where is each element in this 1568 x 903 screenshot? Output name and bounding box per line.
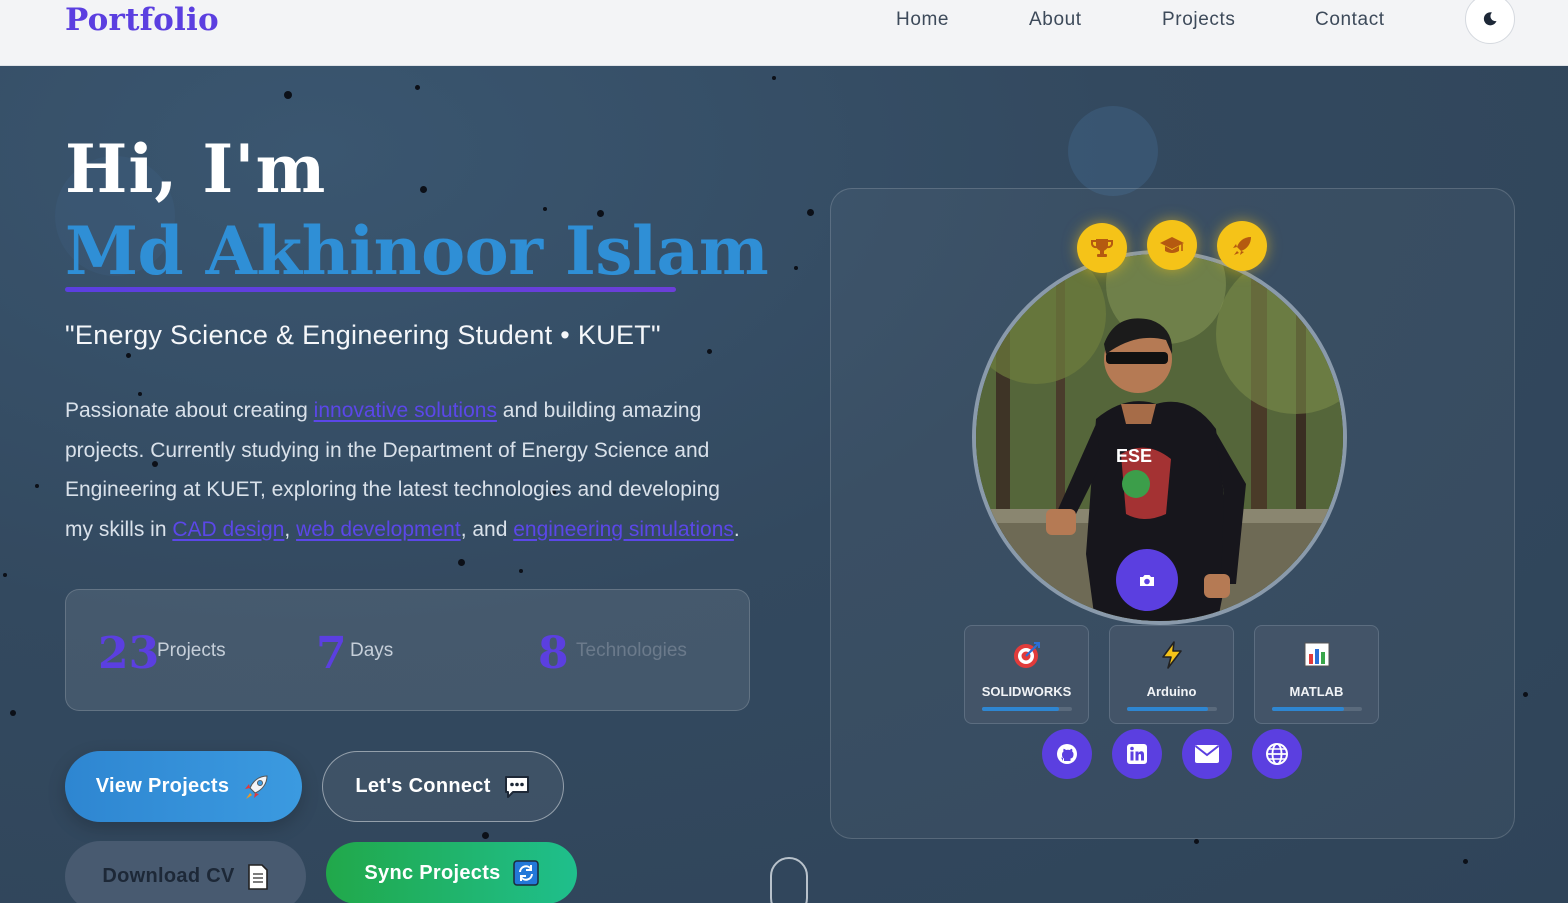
- bio-highlight: innovative solutions: [313, 399, 497, 422]
- nav-link-home[interactable]: Home: [896, 9, 949, 31]
- stats-panel: 23 Projects 7 Days 8 Technologies: [65, 589, 750, 711]
- skill-progress-track: [1127, 707, 1217, 711]
- view-projects-label: View Projects: [95, 775, 230, 797]
- bio-text: .: [733, 518, 740, 542]
- email-link[interactable]: [1182, 729, 1232, 779]
- name-underline: [65, 287, 676, 292]
- graduation-badge: [1147, 220, 1197, 270]
- skill-name: Arduino: [1146, 684, 1197, 699]
- particle: [807, 209, 814, 216]
- skill-progress-track: [982, 707, 1072, 711]
- particle: [35, 484, 39, 488]
- lets-connect-label: Let's Connect: [355, 775, 491, 797]
- particle: [415, 85, 420, 90]
- nav-link-about[interactable]: About: [1029, 9, 1082, 31]
- top-navbar: Portfolio Home About Projects Contact: [0, 0, 1568, 66]
- hero-bio: Passionate about creating innovative sol…: [65, 391, 745, 550]
- globe-icon: [1266, 743, 1288, 765]
- sync-icon: [512, 860, 539, 886]
- bio-highlight: web development: [296, 518, 461, 542]
- website-link[interactable]: [1252, 729, 1302, 779]
- moon-icon: [1483, 12, 1497, 26]
- stat-days-label: Days: [350, 640, 394, 661]
- bio-text: , and: [460, 518, 514, 542]
- skill-progress-fill: [982, 707, 1059, 711]
- linkedin-link[interactable]: [1112, 729, 1162, 779]
- bio-text: Passionate about creating: [65, 399, 314, 422]
- hero-subtitle: "Energy Science & Engineering Student • …: [65, 320, 661, 350]
- decorative-blob: [1068, 106, 1158, 196]
- download-cv-label: Download CV: [102, 865, 235, 887]
- particle: [794, 266, 798, 270]
- particle: [458, 559, 465, 566]
- lets-connect-button[interactable]: Let's Connect: [322, 751, 564, 822]
- linkedin-icon: [1127, 744, 1147, 764]
- bar-chart-icon: [1255, 640, 1378, 670]
- trophy-badge: [1077, 223, 1127, 273]
- stat-tech-value: 8: [538, 628, 569, 679]
- github-link[interactable]: [1042, 729, 1092, 779]
- stat-tech-label: Technologies: [576, 640, 687, 661]
- view-projects-button[interactable]: View Projects: [65, 751, 302, 822]
- rocket-badge: [1217, 221, 1267, 271]
- particle: [482, 832, 489, 839]
- change-photo-button[interactable]: [1116, 549, 1178, 611]
- particle: [543, 207, 547, 211]
- particle: [519, 569, 523, 573]
- sync-projects-button[interactable]: Sync Projects: [326, 842, 577, 903]
- skill-progress-track: [1272, 707, 1362, 711]
- particle: [284, 91, 292, 99]
- bio-text: ,: [284, 518, 297, 542]
- particle: [420, 186, 427, 193]
- download-cv-button[interactable]: Download CV: [65, 841, 306, 903]
- skill-progress-fill: [1127, 707, 1208, 711]
- skill-card-solidworks[interactable]: SOLIDWORKS: [964, 625, 1089, 724]
- nav-link-contact[interactable]: Contact: [1315, 9, 1385, 31]
- rocket-icon: [1233, 237, 1251, 255]
- particle: [707, 349, 712, 354]
- particle: [1194, 839, 1199, 844]
- mail-icon: [1194, 745, 1220, 763]
- particle: [1523, 692, 1528, 697]
- hero-greeting: Hi, I'm: [65, 130, 327, 208]
- stat-days-value: 7: [316, 628, 347, 679]
- lightning-icon: [1110, 640, 1233, 670]
- bio-highlight: CAD design: [172, 518, 285, 542]
- particle: [126, 353, 131, 358]
- bio-highlight: engineering simulations: [513, 518, 734, 542]
- scroll-indicator[interactable]: [770, 857, 808, 903]
- speech-bubble-icon: [504, 775, 529, 798]
- nav-link-projects[interactable]: Projects: [1162, 9, 1235, 31]
- particle: [10, 710, 16, 716]
- sync-projects-label: Sync Projects: [364, 861, 501, 884]
- skill-card-arduino[interactable]: Arduino: [1109, 625, 1234, 724]
- skill-name: MATLAB: [1289, 684, 1344, 699]
- rocket-icon: [245, 774, 268, 799]
- skill-card-matlab[interactable]: MATLAB: [1254, 625, 1379, 724]
- particle: [772, 76, 776, 80]
- document-icon: [247, 863, 268, 890]
- svg-text:ESE: ESE: [1116, 446, 1152, 466]
- brand-logo[interactable]: Portfolio: [65, 2, 219, 38]
- camera-icon: [1140, 575, 1154, 586]
- particle: [1463, 859, 1468, 864]
- particle: [3, 573, 7, 577]
- trophy-icon: [1091, 239, 1113, 257]
- graduation-cap-icon: [1160, 237, 1184, 253]
- skill-name: SOLIDWORKS: [981, 684, 1072, 699]
- github-icon: [1057, 744, 1077, 764]
- target-icon: [965, 640, 1088, 670]
- skill-progress-fill: [1272, 707, 1344, 711]
- stat-projects-label: Projects: [157, 640, 226, 661]
- stat-projects-value: 23: [98, 628, 160, 679]
- hero-name: Md Akhinoor Islam: [65, 212, 769, 290]
- theme-toggle-button[interactable]: [1465, 0, 1515, 44]
